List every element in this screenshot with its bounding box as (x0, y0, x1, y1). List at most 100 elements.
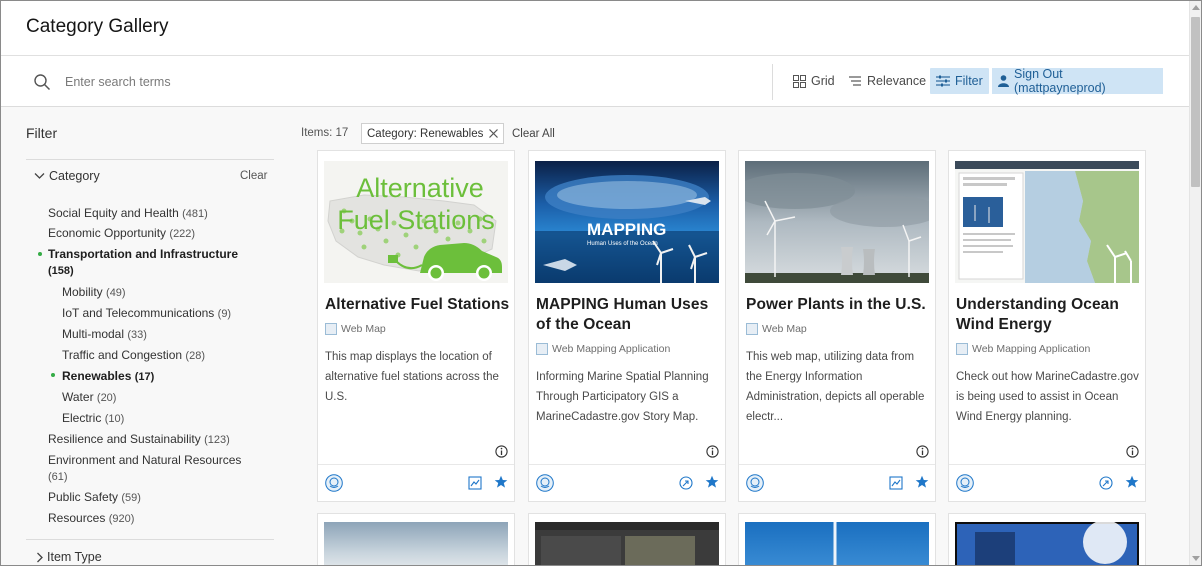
web-map-icon (325, 323, 337, 335)
facet-electric[interactable]: Electric (10) (62, 410, 124, 427)
facet-iot[interactable]: IoT and Telecommunications (9) (62, 305, 231, 322)
page-scrollbar[interactable] (1189, 1, 1201, 565)
card-thumbnail[interactable]: Alternative Fuel Stations (324, 161, 508, 283)
open-map-viewer-icon[interactable] (889, 476, 903, 490)
scroll-up-arrow-icon[interactable] (1192, 5, 1200, 10)
card-footer-divider (318, 464, 514, 465)
category-clear-link[interactable]: Clear (240, 170, 267, 182)
facet-transportation[interactable]: Transportation and Infrastructure (158) (48, 246, 238, 279)
facet-public-safety[interactable]: Public Safety (59) (48, 489, 141, 506)
card-title[interactable]: Understanding Ocean Wind Energy (956, 295, 1142, 335)
facet-label: Environment and Natural Resources (48, 453, 242, 467)
globe-icon[interactable] (536, 474, 554, 492)
scroll-down-arrow-icon[interactable] (1192, 556, 1200, 561)
facet-count: (28) (185, 350, 205, 362)
thumbnail-image (535, 522, 719, 565)
facet-resources[interactable]: Resources (920) (48, 510, 134, 527)
globe-icon[interactable] (746, 474, 764, 492)
category-section-toggle[interactable]: Category (34, 169, 100, 183)
sign-out-button[interactable]: Sign Out (mattpayneprod) (992, 67, 1163, 95)
facet-label: Transportation and Infrastructure (48, 247, 239, 261)
facet-label: Public Safety (48, 490, 119, 504)
info-icon[interactable] (495, 445, 508, 458)
sidebar-divider (26, 539, 274, 540)
page-title: Category Gallery (26, 16, 169, 37)
facet-count: (481) (182, 208, 208, 220)
facet-mobility[interactable]: Mobility (49) (62, 284, 126, 301)
info-icon[interactable] (1126, 445, 1139, 458)
filter-button[interactable]: Filter (930, 68, 989, 94)
filter-chip-renewables[interactable]: Category: Renewables (361, 123, 505, 144)
info-icon[interactable] (706, 445, 719, 458)
relevance-label: Relevance (867, 74, 927, 88)
facet-renewables[interactable]: Renewables (17) (62, 368, 154, 385)
close-icon[interactable] (489, 129, 499, 138)
sort-relevance-button[interactable]: Relevance (843, 68, 932, 94)
facet-label: Social Equity and Health (48, 206, 179, 220)
card-title[interactable]: Power Plants in the U.S. (746, 295, 932, 315)
card-thumbnail[interactable] (745, 522, 929, 565)
grid-view-button[interactable]: Grid (787, 68, 841, 94)
item-type-label: Item Type (47, 550, 102, 564)
card-thumbnail[interactable] (745, 161, 929, 283)
card-title[interactable]: MAPPING Human Uses of the Ocean (536, 295, 722, 335)
facet-count: (9) (217, 308, 232, 320)
toolbar: Grid Relevance Filter (1, 56, 1189, 107)
thumbnail-title-line2: Fuel Stations (337, 205, 495, 235)
card-thumbnail[interactable] (324, 522, 508, 565)
facet-multi-modal[interactable]: Multi-modal (33) (62, 326, 147, 343)
scrollbar-thumb[interactable] (1191, 17, 1200, 187)
facet-economic-opportunity[interactable]: Economic Opportunity (222) (48, 225, 195, 242)
facet-count: (123) (204, 434, 230, 446)
facet-label: Economic Opportunity (48, 226, 167, 240)
globe-icon[interactable] (956, 474, 974, 492)
globe-icon[interactable] (325, 474, 343, 492)
item-card[interactable]: MAPPING Human Uses of the Ocean MAPPING … (528, 150, 726, 502)
facet-count: (61) (48, 471, 68, 483)
favorite-star-icon[interactable] (705, 475, 719, 489)
card-title[interactable]: Alternative Fuel Stations (325, 295, 511, 315)
open-app-icon[interactable] (679, 476, 693, 490)
item-card[interactable] (738, 513, 936, 565)
facet-social-equity[interactable]: Social Equity and Health (481) (48, 205, 208, 222)
card-description: This map displays the location of altern… (325, 351, 499, 403)
facet-label: Electric (62, 411, 102, 425)
open-map-viewer-icon[interactable] (468, 476, 482, 490)
thumbnail-image (957, 522, 1137, 565)
clear-all-link[interactable]: Clear All (512, 128, 555, 140)
sort-icon (849, 75, 861, 86)
item-card[interactable]: Power Plants in the U.S. Web Map This we… (738, 150, 936, 502)
grid-icon (793, 74, 806, 88)
facet-count: (920) (108, 513, 135, 525)
item-card[interactable] (317, 513, 515, 565)
card-item-type: Web Mapping Application (956, 343, 1090, 355)
card-thumbnail[interactable] (955, 522, 1139, 565)
item-card[interactable] (948, 513, 1146, 565)
card-thumbnail[interactable] (535, 522, 719, 565)
facet-traffic[interactable]: Traffic and Congestion (28) (62, 347, 205, 364)
facet-environment[interactable]: Environment and Natural Resources (61) (48, 452, 241, 485)
facet-resilience[interactable]: Resilience and Sustainability (123) (48, 431, 230, 448)
item-card[interactable]: Alternative Fuel Stations Alternative Fu… (317, 150, 515, 502)
grid-label: Grid (811, 74, 835, 88)
web-app-icon (536, 343, 548, 355)
info-icon[interactable] (916, 445, 929, 458)
favorite-star-icon[interactable] (915, 475, 929, 489)
card-description: This web map, utilizing data from the En… (746, 351, 925, 423)
card-type-label: Web Mapping Application (972, 343, 1091, 355)
item-card[interactable]: Understanding Ocean Wind Energy Web Mapp… (948, 150, 1146, 502)
item-type-section-toggle[interactable]: Item Type (36, 550, 102, 564)
sign-out-label: Sign Out (mattpayneprod) (1014, 67, 1106, 95)
card-thumbnail[interactable]: MAPPING Human Uses of the Ocean (535, 161, 719, 283)
favorite-star-icon[interactable] (1125, 475, 1139, 489)
favorite-star-icon[interactable] (494, 475, 508, 489)
search-input[interactable] (61, 70, 461, 94)
card-description: Informing Marine Spatial Planning Throug… (536, 371, 709, 423)
card-thumbnail[interactable] (955, 161, 1139, 283)
thumbnail-title: MAPPING (587, 220, 666, 239)
open-app-icon[interactable] (1099, 476, 1113, 490)
facet-water[interactable]: Water (20) (62, 389, 116, 406)
item-card[interactable] (528, 513, 726, 565)
facet-label: Renewables (62, 369, 132, 383)
search-icon (34, 74, 51, 91)
